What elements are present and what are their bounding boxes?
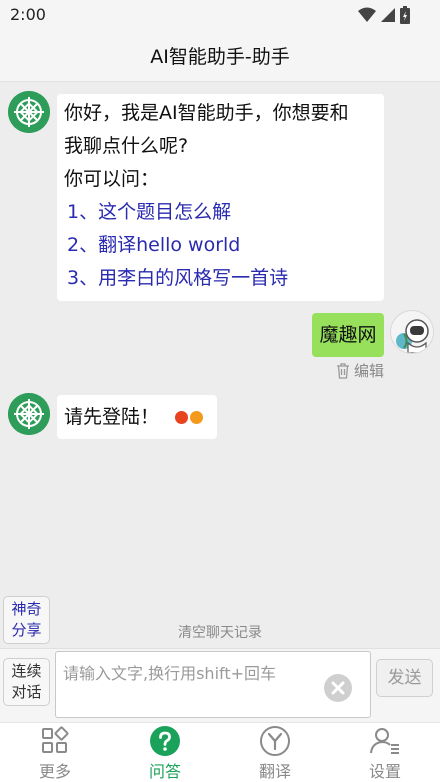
message-input[interactable]: 请输入文字,换行用shift+回车 (55, 651, 371, 718)
tab-label: 设置 (368, 762, 401, 781)
bot-avatar (8, 393, 50, 435)
tab-label: 翻译 (258, 762, 291, 781)
bot-logo-icon (8, 393, 50, 435)
question-icon (150, 726, 180, 756)
status-bar: 2:00 (0, 0, 440, 30)
chat-area[interactable]: 你好，我是AI智能助手，你想要和 我聊点什么呢? 你可以问： 1、这个题目怎么解… (0, 82, 440, 648)
tab-translate[interactable]: 翻译 (220, 723, 330, 782)
greeting-line-2: 我聊点什么呢? (64, 135, 189, 157)
clear-input-icon[interactable] (324, 674, 352, 702)
page-title: AI智能助手-助手 (150, 46, 290, 68)
bot-greeting-bubble: 你好，我是AI智能助手，你想要和 我聊点什么呢? 你可以问： 1、这个题目怎么解… (57, 94, 384, 301)
signal-icon (381, 8, 395, 22)
bot-logo-icon (8, 91, 50, 133)
wifi-icon (358, 7, 376, 22)
magic-share-line-1: 神奇 (11, 600, 42, 618)
continuous-line-1: 连续 (11, 662, 42, 680)
astronaut-avatar-icon (391, 311, 433, 353)
status-time: 2:00 (10, 5, 46, 24)
send-button[interactable]: 发送 (376, 659, 433, 697)
user-message-bubble: 魔趣网 (312, 313, 384, 357)
grid-icon (42, 726, 69, 753)
tab-label: 更多 (38, 762, 71, 781)
bot-reply-bubble: 请先登陆！ (57, 395, 217, 439)
suggestion-link[interactable]: 3、用李白的风格写一首诗 (64, 262, 377, 295)
message-input-placeholder: 请输入文字,换行用shift+回车 (63, 664, 277, 683)
tab-label: 问答 (148, 762, 181, 781)
edit-label: 编辑 (353, 362, 384, 380)
typing-indicator (175, 411, 204, 424)
tab-more[interactable]: 更多 (0, 723, 110, 782)
typing-dot (175, 411, 189, 424)
bot-avatar (8, 91, 50, 133)
typing-dot (190, 411, 204, 424)
tab-qa[interactable]: 问答 (110, 723, 220, 782)
continuous-dialog-button[interactable]: 连续 对话 (3, 658, 50, 706)
clear-history-link[interactable]: 清空聊天记录 (0, 622, 440, 642)
status-icons (358, 6, 410, 24)
suggestion-link[interactable]: 2、翻译hello world (64, 229, 377, 262)
translate-icon (260, 726, 290, 756)
trash-icon (336, 362, 349, 379)
bottom-tab-bar: 更多 问答 翻译 设置 (0, 722, 440, 782)
continuous-line-2: 对话 (11, 683, 42, 701)
title-bar: AI智能助手-助手 (0, 30, 440, 82)
battery-icon (400, 6, 410, 24)
tab-settings[interactable]: 设置 (330, 723, 440, 782)
user-settings-icon (370, 728, 399, 754)
edit-action[interactable]: 编辑 (336, 360, 384, 381)
suggestion-link[interactable]: 1、这个题目怎么解 (64, 196, 377, 229)
user-avatar (390, 310, 434, 354)
bot-reply-text: 请先登陆！ (64, 406, 160, 428)
greeting-line-1: 你好，我是AI智能助手，你想要和 (64, 102, 349, 124)
input-bar: 连续 对话 请输入文字,换行用shift+回车 发送 (0, 648, 440, 722)
greeting-line-3: 你可以问： (64, 168, 160, 190)
